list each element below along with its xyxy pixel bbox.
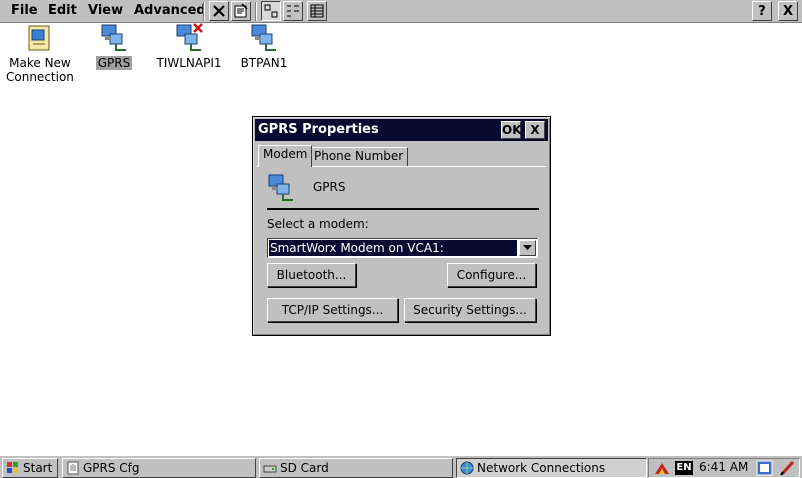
bluetooth-button[interactable]: Bluetooth...	[267, 263, 356, 287]
select-modem-label: Select a modem:	[267, 217, 369, 231]
tcpip-settings-button[interactable]: TCP/IP Settings...	[267, 298, 398, 322]
menu-file[interactable]: File	[11, 2, 38, 20]
separator-line	[267, 208, 539, 210]
clock[interactable]: 6:41 AM	[699, 460, 748, 474]
btpan1-connection-icon-item[interactable]: BTPAN1	[229, 22, 299, 70]
dialog-close-button[interactable]: X	[525, 121, 545, 139]
tab-modem[interactable]: Modem	[258, 145, 313, 167]
menu-edit[interactable]: Edit	[48, 2, 77, 20]
menu-bar: File Edit View Advanced ? X	[0, 0, 802, 23]
configure-button[interactable]: Configure...	[447, 263, 536, 287]
toolbar-separator	[203, 2, 205, 21]
icon-label: Make New Connection	[6, 56, 74, 84]
hand-icon	[67, 461, 79, 475]
delete-button[interactable]	[209, 1, 229, 21]
start-button[interactable]: Start	[2, 458, 58, 478]
security-settings-button[interactable]: Security Settings...	[404, 298, 536, 322]
globe-icon	[460, 461, 474, 475]
details-icon	[310, 4, 324, 18]
toolbar-separator	[255, 2, 257, 21]
make-new-connection-icon-item[interactable]: Make New Connection	[4, 22, 74, 84]
network-connection-icon	[268, 174, 293, 201]
drive-icon	[263, 465, 277, 473]
network-activity-icon[interactable]	[653, 461, 671, 476]
input-language-indicator[interactable]: EN	[675, 461, 693, 475]
network-disconnected-icon	[176, 23, 203, 51]
dialog-title: GPRS Properties	[258, 122, 379, 137]
selected-modem-value: SmartWorx Modem on VCA1:	[269, 240, 517, 256]
properties-button[interactable]	[231, 1, 251, 21]
dialog-titlebar[interactable]: GPRS Properties OK X	[255, 119, 548, 141]
menu-advanced[interactable]: Advanced	[134, 2, 206, 20]
tab-phone-number[interactable]: Phone Number	[309, 147, 409, 166]
desktop-icon[interactable]	[756, 460, 773, 476]
taskbar-item-sd-card[interactable]: SD Card	[259, 458, 453, 478]
taskbar-item-network-connections[interactable]: Network Connections	[456, 458, 647, 478]
wizard-icon	[28, 25, 50, 51]
task-label: GPRS Cfg	[83, 461, 140, 475]
gprs-properties-dialog: GPRS Properties OK X Modem Phone Number …	[252, 116, 551, 336]
window-close-button[interactable]: X	[778, 1, 798, 21]
taskbar-item-gprs-cfg[interactable]: GPRS Cfg	[62, 458, 256, 478]
pen-icon[interactable]	[779, 460, 796, 476]
chevron-down-icon	[523, 245, 532, 250]
modem-dropdown-button[interactable]	[519, 240, 536, 256]
tiwlnapi1-connection-icon-item[interactable]: TIWLNAPI1	[154, 22, 224, 70]
large-icons-icon	[264, 4, 278, 18]
network-connection-icon	[251, 24, 276, 51]
details-view-button[interactable]	[307, 1, 327, 21]
taskbar: Start GPRS Cfg SD Card Network Connectio…	[0, 455, 802, 478]
start-label: Start	[23, 461, 53, 475]
task-label: Network Connections	[477, 461, 606, 475]
menu-view[interactable]: View	[88, 2, 123, 20]
gprs-connection-icon-item[interactable]: GPRS	[79, 22, 149, 70]
network-connection-icon	[101, 24, 126, 51]
system-tray: EN 6:41 AM	[648, 458, 800, 478]
icon-label: BTPAN1	[240, 56, 288, 70]
task-label: SD Card	[280, 461, 329, 475]
large-icons-view-button[interactable]	[261, 1, 281, 21]
icon-label: GPRS	[95, 56, 133, 70]
list-view-button[interactable]	[283, 1, 303, 21]
list-icon	[287, 5, 299, 17]
help-button[interactable]: ?	[752, 1, 772, 21]
properties-icon	[234, 3, 248, 18]
connection-name: GPRS	[313, 180, 346, 194]
modem-select[interactable]: SmartWorx Modem on VCA1:	[267, 238, 538, 258]
windows-logo-icon	[7, 462, 18, 473]
dialog-ok-button[interactable]: OK	[501, 121, 522, 139]
icon-label: TIWLNAPI1	[156, 56, 222, 70]
delete-x-icon	[213, 5, 225, 17]
